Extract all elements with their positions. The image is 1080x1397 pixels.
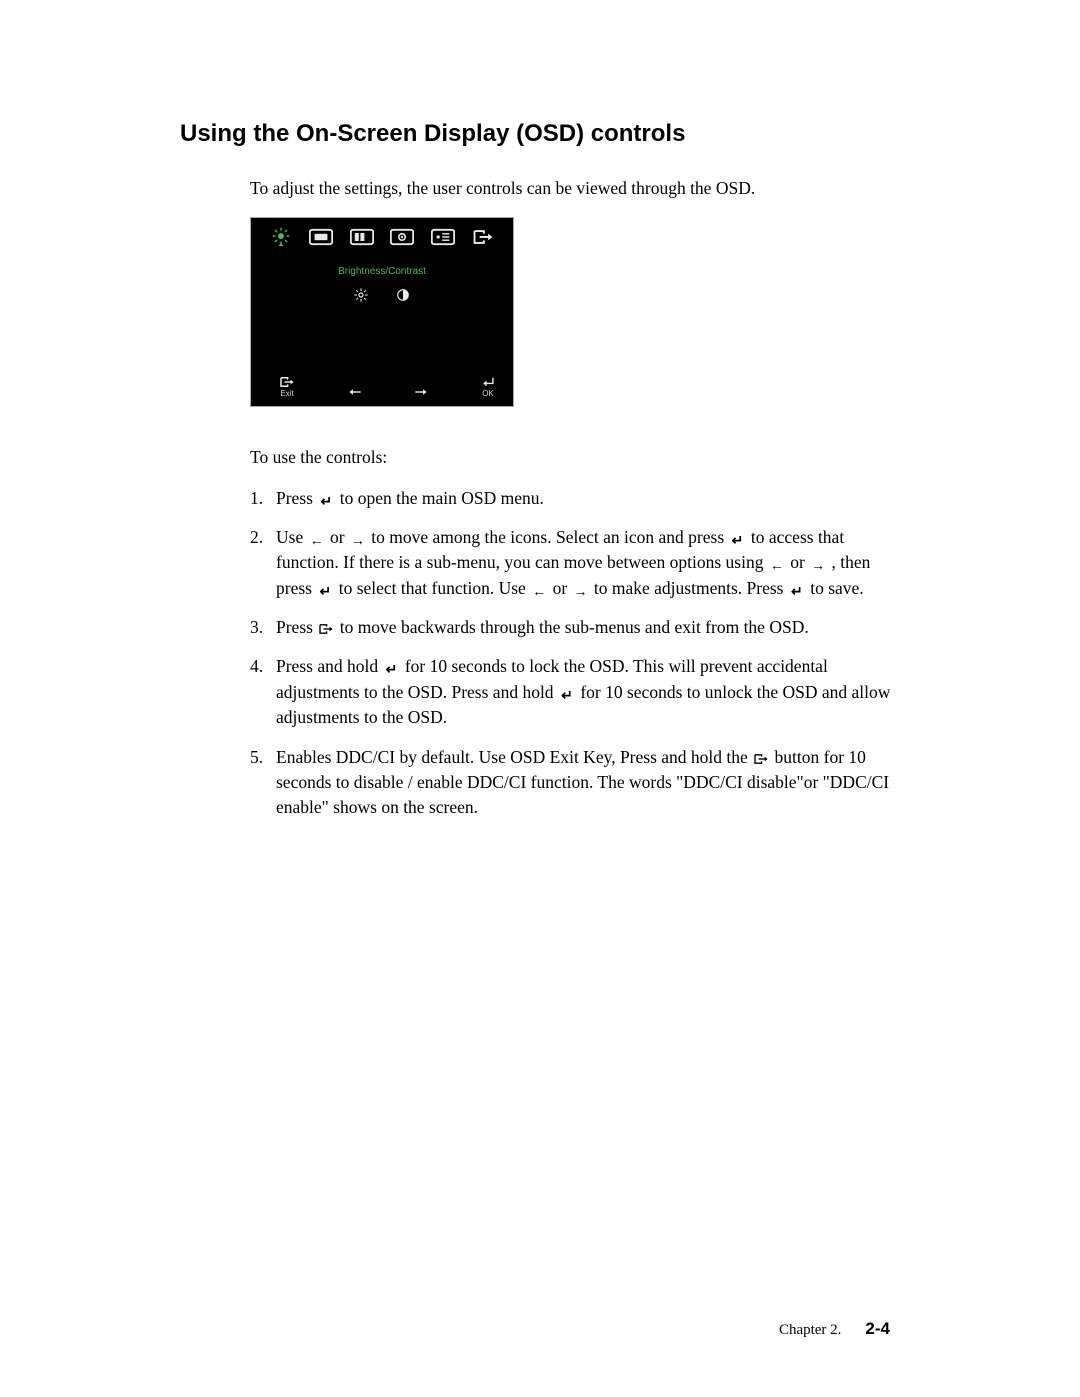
bottom-left-arrow-icon (348, 386, 362, 398)
step-1: Press ↵ to open the main OSD menu. (250, 486, 900, 511)
left-arrow-icon: ← (308, 533, 326, 547)
exit-icon (469, 226, 497, 248)
enter-icon: ↵ (788, 584, 806, 598)
chapter-label: Chapter 2. (779, 1322, 841, 1339)
subhead-text: To use the controls: (250, 447, 900, 468)
right-arrow-icon: → (349, 533, 367, 547)
intro-text: To adjust the settings, the user control… (250, 176, 900, 201)
step-5: Enables DDC/CI by default. Use OSD Exit … (250, 745, 900, 821)
right-arrow-icon: → (572, 584, 590, 598)
enter-icon: ↵ (382, 663, 400, 677)
brightness-icon (267, 226, 295, 248)
sub-brightness-icon (353, 287, 369, 303)
osd-figure: Brightness/Contrast Exit (250, 217, 514, 407)
step-2: Use ← or → to move among the icons. Sele… (250, 525, 900, 601)
image-setup-icon (348, 226, 376, 248)
exit-icon (317, 622, 335, 636)
step-3: Press to move backwards through the sub-… (250, 615, 900, 640)
enter-icon: ↵ (558, 688, 576, 702)
sub-contrast-icon (395, 287, 411, 303)
enter-icon: ↵ (317, 494, 335, 508)
image-position-icon (307, 226, 335, 248)
exit-icon (752, 752, 770, 766)
steps-list: Press ↵ to open the main OSD menu. Use ←… (250, 486, 900, 821)
ok-label: OK (482, 389, 494, 398)
page-title: Using the On-Screen Display (OSD) contro… (180, 120, 900, 148)
bottom-enter-icon (481, 376, 495, 388)
right-arrow-icon: → (809, 558, 827, 572)
left-arrow-icon: ← (530, 584, 548, 598)
left-arrow-icon: ← (768, 558, 786, 572)
osd-menu-label: Brightness/Contrast (261, 266, 503, 277)
enter-icon: ↵ (729, 533, 747, 547)
options-icon (429, 226, 457, 248)
bottom-right-arrow-icon (414, 386, 428, 398)
bottom-exit-icon (279, 376, 295, 388)
page-number: 2-4 (865, 1319, 890, 1339)
image-properties-icon (388, 226, 416, 248)
page-footer: Chapter 2. 2-4 (779, 1319, 890, 1339)
step-4: Press and hold ↵ for 10 seconds to lock … (250, 654, 900, 730)
exit-label: Exit (280, 389, 293, 398)
enter-icon: ↵ (316, 584, 334, 598)
